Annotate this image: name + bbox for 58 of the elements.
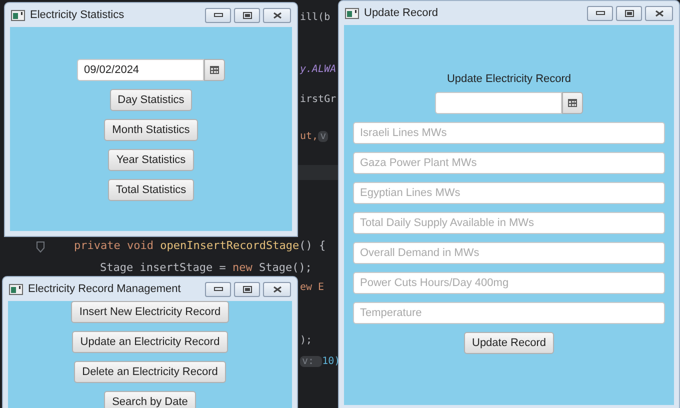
code-line: Stage insertStage = new Stage(); <box>100 260 312 276</box>
minimize-button[interactable] <box>205 282 231 296</box>
maximize-button[interactable] <box>616 6 642 20</box>
code-line: ew E <box>300 281 324 295</box>
close-icon <box>654 10 664 16</box>
minimize-button[interactable] <box>587 6 613 20</box>
code-line: ill(b <box>300 11 330 25</box>
close-button[interactable] <box>645 6 673 20</box>
calendar-button[interactable] <box>562 92 583 114</box>
action-button[interactable]: Total Statistics <box>108 179 194 201</box>
input-field[interactable]: Gaza Power Plant MWs <box>353 152 665 174</box>
line-highlight <box>298 165 338 180</box>
action-button[interactable]: Update Record <box>464 332 554 354</box>
calendar-icon <box>568 99 577 107</box>
code-line: ); <box>300 334 312 348</box>
action-button[interactable]: Update an Electricity Record <box>72 331 228 353</box>
action-button[interactable]: Day Statistics <box>110 89 192 111</box>
input-field[interactable]: Israeli Lines MWs <box>353 122 665 144</box>
date-field[interactable] <box>435 92 562 114</box>
window-title: Update Record <box>364 6 438 21</box>
window-title: Electricity Record Management <box>28 282 181 297</box>
code-line: irstGr <box>300 93 336 107</box>
minimize-icon <box>596 11 604 15</box>
maximize-icon <box>242 286 252 292</box>
action-button[interactable]: Search by Date <box>104 391 196 408</box>
code-line: y.ALWA <box>300 63 336 77</box>
input-field[interactable]: Overall Demand in MWs <box>353 242 665 264</box>
action-button[interactable]: Month Statistics <box>104 119 198 141</box>
fold-icon <box>36 241 45 253</box>
calendar-button[interactable] <box>204 59 225 81</box>
calendar-icon <box>210 66 219 74</box>
close-button[interactable] <box>263 282 291 296</box>
code-line: private void openInsertRecordStage() { <box>74 238 326 254</box>
maximize-button[interactable] <box>234 8 260 22</box>
window-title: Electricity Statistics <box>30 8 124 23</box>
window-icon <box>9 284 23 294</box>
minimize-icon <box>214 13 222 17</box>
close-icon <box>272 286 282 292</box>
action-button[interactable]: Insert New Electricity Record <box>71 301 229 323</box>
close-button[interactable] <box>263 8 291 22</box>
input-field[interactable]: Total Daily Supply Available in MWs <box>353 212 665 234</box>
code-line: v: 10) <box>300 355 340 369</box>
form-heading: Update Electricity Record <box>446 72 572 86</box>
minimize-icon <box>214 287 222 291</box>
window-icon <box>345 8 359 18</box>
close-icon <box>272 12 282 18</box>
input-field[interactable]: Egyptian Lines MWs <box>353 182 665 204</box>
action-button[interactable]: Delete an Electricity Record <box>74 361 226 383</box>
code-line: ut, v <box>300 130 328 144</box>
date-field[interactable]: 09/02/2024 <box>77 59 204 81</box>
input-field[interactable]: Power Cuts Hours/Day 400mg <box>353 272 665 294</box>
maximize-icon <box>624 10 634 16</box>
minimize-button[interactable] <box>205 8 231 22</box>
maximize-icon <box>242 12 252 18</box>
action-button[interactable]: Year Statistics <box>108 149 194 171</box>
input-field[interactable]: Temperature <box>353 302 665 324</box>
maximize-button[interactable] <box>234 282 260 296</box>
window-icon <box>11 10 25 20</box>
